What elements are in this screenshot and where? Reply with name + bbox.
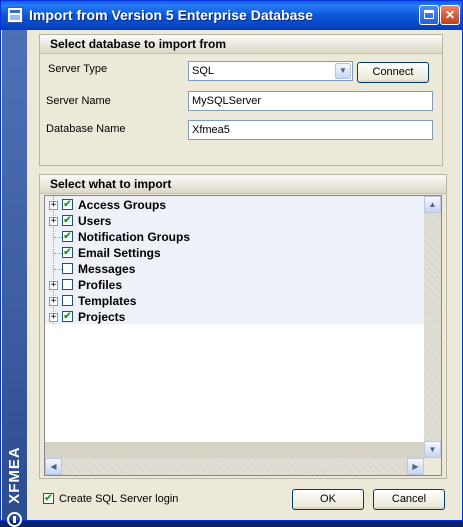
scrollbar-corner [424,458,441,475]
messages-checkbox[interactable] [62,263,73,274]
projects-checkbox[interactable]: ✔ [62,311,73,322]
app-icon [7,7,23,23]
window-title: Import from Version 5 Enterprise Databas… [29,7,313,23]
brand-sidebar: XFMEA [2,30,27,527]
ok-button[interactable]: OK [292,489,364,510]
server-name-label: Server Name [46,95,111,107]
tree-connector [54,269,62,270]
tree-item-notification-groups[interactable]: ✔ Notification Groups [45,229,425,245]
scroll-down-icon[interactable]: ▼ [424,441,441,458]
scroll-left-icon[interactable]: ◀ [45,458,62,475]
create-login-label[interactable]: Create SQL Server login [59,493,178,505]
server-type-label: Server Type [48,63,108,75]
tree-item-messages[interactable]: Messages [45,261,425,277]
maximize-icon [424,10,434,19]
import-tree[interactable]: + ✔ Access Groups + ✔ Users ✔ Notificati… [44,195,442,476]
tree-footer-strip [45,442,425,458]
notification-groups-checkbox[interactable]: ✔ [62,231,73,242]
tree-item-label: Access Groups [78,198,167,212]
tree-item-label: Projects [78,310,126,324]
database-name-input[interactable]: Xfmea5 [188,120,433,140]
brand-logo-icon [7,512,22,527]
import-selection-group: Select what to import + ✔ Access Groups … [39,174,447,479]
server-type-value: SQL [192,65,215,77]
expand-plus-icon[interactable]: + [49,313,58,322]
title-bar[interactable]: Import from Version 5 Enterprise Databas… [1,1,462,30]
tree-connector [54,237,62,238]
tree-item-profiles[interactable]: + Profiles [45,277,425,293]
tree-item-access-groups[interactable]: + ✔ Access Groups [45,197,425,213]
close-icon: ✕ [444,8,456,22]
profiles-checkbox[interactable] [62,279,73,290]
tree-item-label: Users [78,214,112,228]
database-name-label: Database Name [46,123,126,135]
email-settings-checkbox[interactable]: ✔ [62,247,73,258]
access-groups-checkbox[interactable]: ✔ [62,199,73,210]
tree-item-projects[interactable]: + ✔ Projects [45,309,425,325]
tree-item-templates[interactable]: + Templates [45,293,425,309]
cancel-button[interactable]: Cancel [373,489,445,510]
maximize-button[interactable] [419,5,439,25]
import-selection-header: Select what to import [40,175,446,194]
tree-item-label: Profiles [78,278,123,292]
database-source-group: Select database to import from Server Ty… [39,34,443,166]
tree-item-label: Email Settings [78,246,161,260]
connect-button[interactable]: Connect [357,62,429,83]
expand-plus-icon[interactable]: + [49,281,58,290]
users-checkbox[interactable]: ✔ [62,215,73,226]
expand-plus-icon[interactable]: + [49,201,58,210]
database-source-header: Select database to import from [40,35,442,54]
expand-plus-icon[interactable]: + [49,297,58,306]
create-login-checkbox[interactable]: ✔ [43,493,54,504]
vertical-scrollbar[interactable]: ▲ ▼ [424,196,441,458]
server-name-input[interactable]: MySQLServer [188,91,433,111]
scroll-up-icon[interactable]: ▲ [424,196,441,213]
chevron-down-icon[interactable]: ▼ [335,63,351,79]
tree-item-label: Templates [78,294,137,308]
tree-item-label: Notification Groups [78,230,190,244]
brand-logo-text: XFMEA [6,446,23,504]
tree-item-label: Messages [78,262,136,276]
templates-checkbox[interactable] [62,295,73,306]
scroll-right-icon[interactable]: ▶ [407,458,424,475]
close-button[interactable]: ✕ [440,5,460,25]
tree-connector [54,253,62,254]
server-type-select[interactable]: SQL ▼ [188,61,353,81]
tree-item-users[interactable]: + ✔ Users [45,213,425,229]
horizontal-scrollbar[interactable]: ◀ ▶ [45,458,424,475]
tree-item-email-settings[interactable]: ✔ Email Settings [45,245,425,261]
import-dialog: Import from Version 5 Enterprise Databas… [0,0,463,527]
expand-plus-icon[interactable]: + [49,217,58,226]
